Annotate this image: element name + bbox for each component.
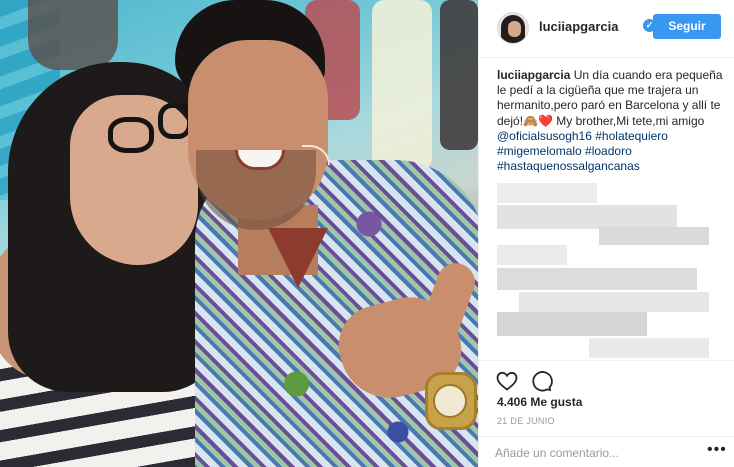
- comment-input[interactable]: [495, 443, 695, 463]
- pixelated-comments: [519, 292, 709, 312]
- likes-count[interactable]: 4.406 Me gusta: [497, 395, 582, 409]
- username-link[interactable]: luciiapgarcia: [539, 19, 618, 34]
- post-actions: [479, 360, 734, 400]
- follow-button[interactable]: Seguir: [653, 14, 721, 39]
- caption-mention[interactable]: @oficialsusogh16: [497, 129, 592, 143]
- background-person: [440, 0, 478, 150]
- more-options-icon[interactable]: •••: [707, 441, 727, 459]
- pixelated-comments: [497, 268, 697, 290]
- caption-hashtags[interactable]: #hastaquenossalgancanas: [497, 159, 640, 173]
- comment-bar: •••: [479, 436, 734, 467]
- pixelated-comments: [497, 245, 567, 265]
- heart-icon[interactable]: [495, 369, 519, 393]
- pixelated-comments: [497, 183, 597, 203]
- avatar-face: [508, 21, 521, 37]
- caption-username[interactable]: luciiapgarcia: [497, 68, 570, 82]
- glasses-lens-right: [158, 103, 192, 139]
- pixelated-comments: [497, 205, 677, 229]
- watch-face: [433, 384, 467, 418]
- caption: luciiapgarcia Un día cuando era pequeña …: [497, 68, 727, 174]
- avatar[interactable]: [497, 12, 529, 44]
- comment-icon[interactable]: [529, 369, 553, 393]
- background-person: [28, 0, 118, 70]
- background-person: [372, 0, 432, 170]
- glasses-lens-left: [108, 117, 154, 153]
- pixelated-comments: [497, 312, 647, 336]
- post-photo[interactable]: [0, 0, 478, 467]
- post-side-panel: luciiapgarcia ✓ Seguir luciiapgarcia Un …: [478, 0, 734, 467]
- post-date: 21 DE JUNIO: [497, 416, 555, 426]
- pixelated-comments: [599, 227, 709, 245]
- pixelated-comments: [589, 338, 709, 358]
- post-header: luciiapgarcia ✓ Seguir: [479, 0, 734, 58]
